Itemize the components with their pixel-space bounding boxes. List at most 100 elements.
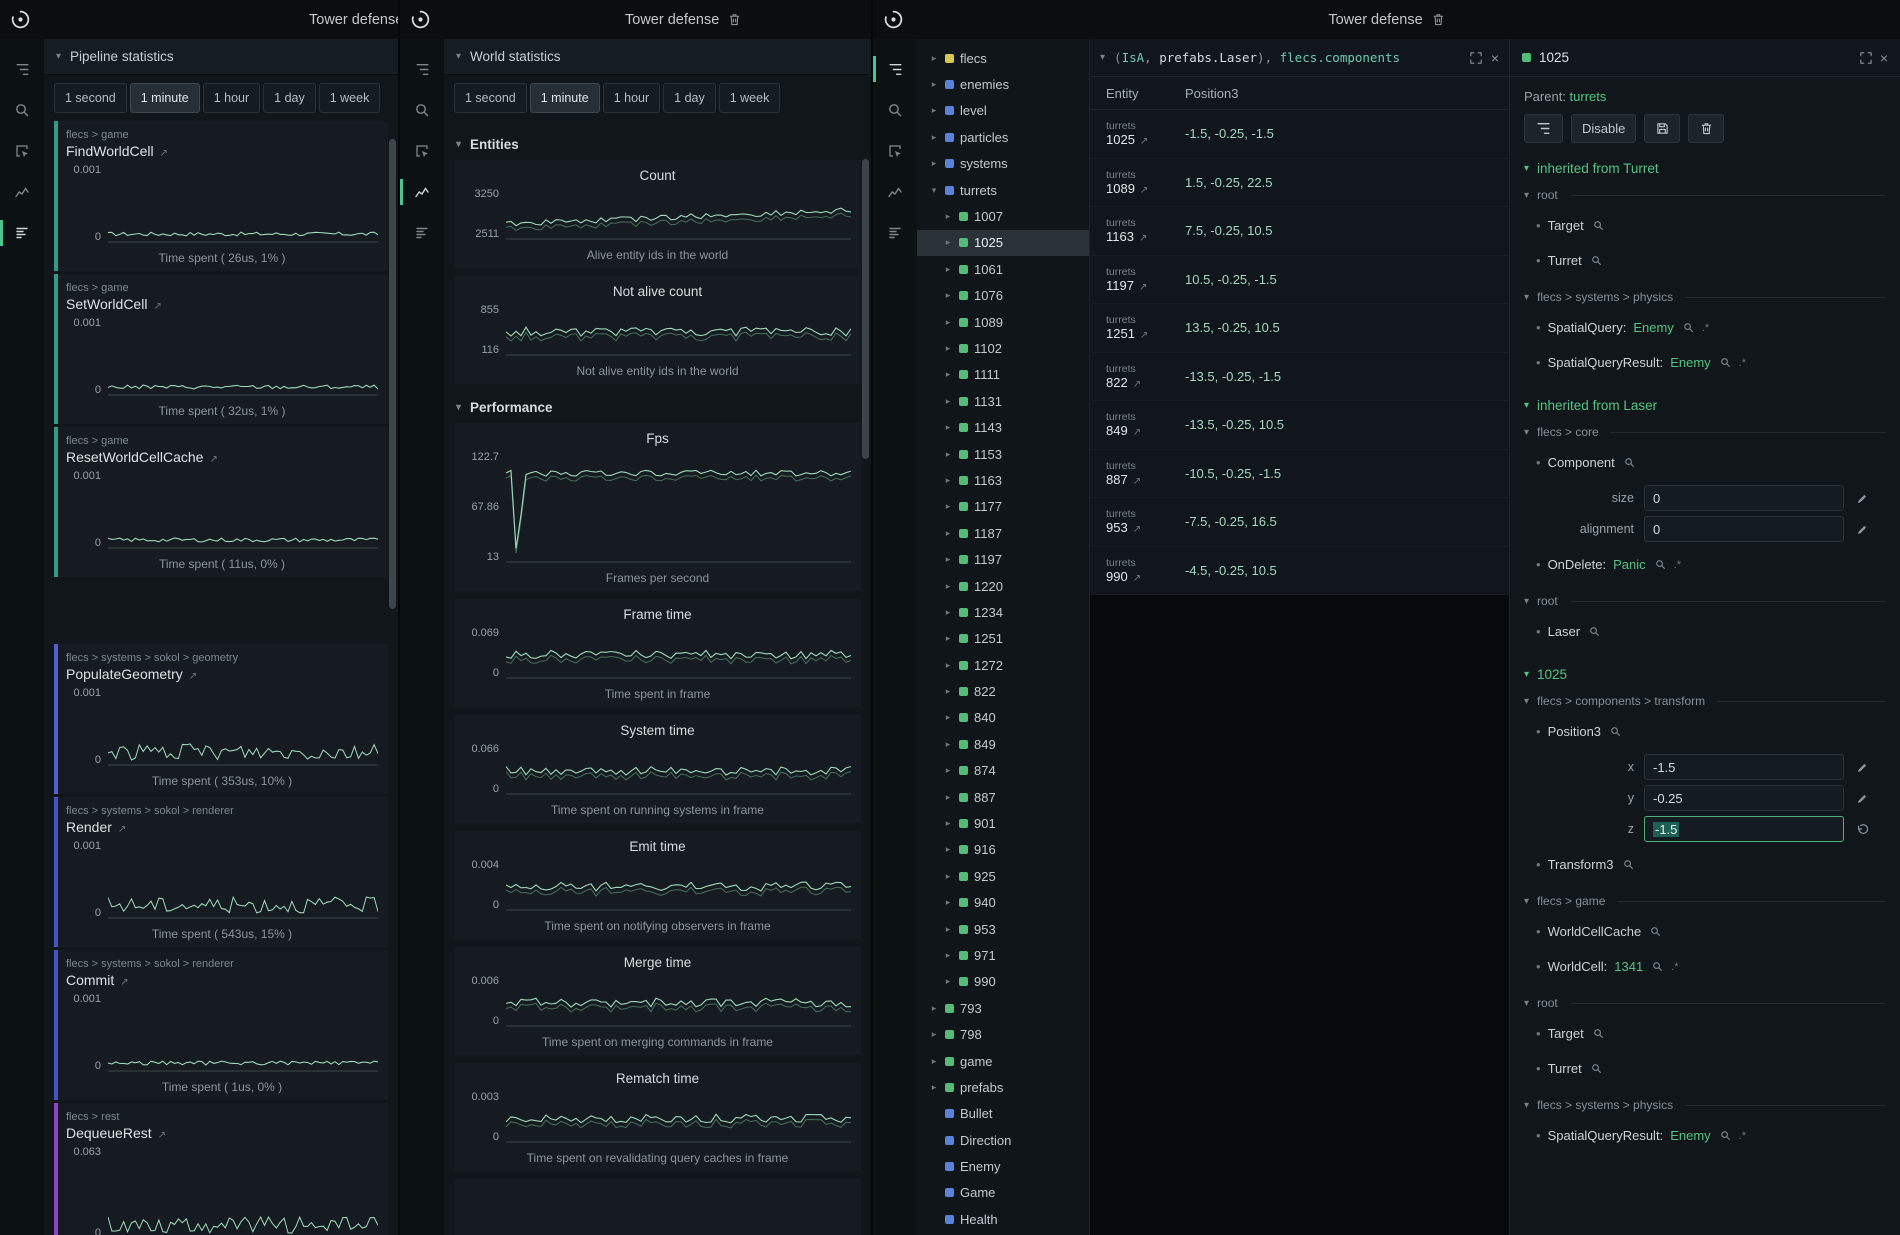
component-value[interactable]: Panic <box>1613 557 1646 572</box>
save-button[interactable] <box>1644 114 1680 143</box>
query-result-row-1197[interactable]: turrets1197↗10.5, -0.25, -1.5 <box>1090 256 1509 305</box>
tree-item-1061[interactable]: ▸1061 <box>917 256 1089 282</box>
query-result-row-1025[interactable]: turrets1025↗-1.5, -0.25, -1.5 <box>1090 110 1509 159</box>
tree-icon[interactable] <box>885 59 905 79</box>
tree-item-health[interactable]: Health <box>917 1206 1089 1232</box>
tree-item-1111[interactable]: ▸1111 <box>917 362 1089 388</box>
component-value[interactable]: Enemy <box>1670 355 1710 370</box>
chevron-collapsed-icon[interactable]: ▸ <box>929 1029 939 1040</box>
expand-icon[interactable] <box>1470 52 1482 64</box>
component-turret[interactable]: •Turret <box>1524 1051 1886 1086</box>
external-link-icon[interactable]: ↗ <box>1140 330 1148 341</box>
chevron-collapsed-icon[interactable]: ▸ <box>929 132 939 143</box>
tree-item-1025[interactable]: ▸1025 <box>917 230 1089 256</box>
chevron-collapsed-icon[interactable]: ▸ <box>943 844 953 855</box>
chevron-collapsed-icon[interactable]: ▸ <box>929 105 939 116</box>
chevron-collapsed-icon[interactable]: ▸ <box>943 237 953 248</box>
tree-item-1220[interactable]: ▸1220 <box>917 573 1089 599</box>
tree-item-901[interactable]: ▸901 <box>917 810 1089 836</box>
parent-link[interactable]: turrets <box>1570 89 1607 104</box>
external-link-icon[interactable]: ↗ <box>1139 282 1147 293</box>
query-result-row-1089[interactable]: turrets1089↗1.5, -0.25, 22.5 <box>1090 159 1509 208</box>
inspect-icon[interactable] <box>12 141 32 161</box>
time-range-1-hour[interactable]: 1 hour <box>603 83 660 113</box>
delete-button[interactable] <box>1688 114 1724 143</box>
chevron-expanded-icon[interactable]: ▾ <box>929 185 939 196</box>
panel-header[interactable]: ▾ Pipeline statistics <box>44 39 398 75</box>
search-icon[interactable] <box>1593 1028 1604 1039</box>
chevron-collapsed-icon[interactable]: ▸ <box>943 343 953 354</box>
component-group-flecs-core[interactable]: ▾flecs > core <box>1524 425 1886 439</box>
tree-item-1272[interactable]: ▸1272 <box>917 652 1089 678</box>
chart-icon[interactable] <box>412 182 432 202</box>
field-input-alignment[interactable]: 0 <box>1644 516 1844 542</box>
tree-item-systems[interactable]: ▸systems <box>917 151 1089 177</box>
search-icon[interactable] <box>1593 220 1604 231</box>
stats-icon[interactable] <box>12 223 32 243</box>
tree-item-1007[interactable]: ▸1007 <box>917 203 1089 229</box>
stats-icon[interactable] <box>412 223 432 243</box>
tree-item-916[interactable]: ▸916 <box>917 837 1089 863</box>
tree-item-874[interactable]: ▸874 <box>917 758 1089 784</box>
chevron-collapsed-icon[interactable]: ▸ <box>943 369 953 380</box>
component-group-root[interactable]: ▾root <box>1524 594 1886 608</box>
time-range-1-minute[interactable]: 1 minute <box>530 83 600 113</box>
component-value[interactable]: Enemy <box>1670 1128 1710 1143</box>
chevron-collapsed-icon[interactable]: ▸ <box>943 211 953 222</box>
edit-pencil-icon[interactable] <box>1854 524 1870 535</box>
chevron-collapsed-icon[interactable]: ▸ <box>943 554 953 565</box>
chevron-collapsed-icon[interactable]: ▸ <box>943 897 953 908</box>
component-target[interactable]: •Target <box>1524 1016 1886 1051</box>
chart-icon[interactable] <box>12 182 32 202</box>
chevron-collapsed-icon[interactable]: ▸ <box>943 633 953 644</box>
search-icon[interactable] <box>1610 726 1621 737</box>
component-component[interactable]: •Component <box>1524 445 1886 480</box>
query-result-row-1251[interactable]: turrets1251↗13.5, -0.25, 10.5 <box>1090 304 1509 353</box>
external-link-icon[interactable]: ↗ <box>118 824 126 835</box>
tree-item-turrets[interactable]: ▾turrets <box>917 177 1089 203</box>
component-laser[interactable]: •Laser <box>1524 614 1886 649</box>
external-link-icon[interactable]: ↗ <box>1140 185 1148 196</box>
external-link-icon[interactable]: ↗ <box>160 148 168 159</box>
chevron-collapsed-icon[interactable]: ▸ <box>943 264 953 275</box>
chevron-collapsed-icon[interactable]: ▸ <box>943 950 953 961</box>
tree-item-particles[interactable]: ▸particles <box>917 124 1089 150</box>
expand-icon[interactable] <box>1860 52 1872 64</box>
chevron-collapsed-icon[interactable]: ▸ <box>943 765 953 776</box>
chevron-collapsed-icon[interactable]: ▸ <box>943 528 953 539</box>
external-link-icon[interactable]: ↗ <box>1133 524 1141 535</box>
chevron-collapsed-icon[interactable]: ▸ <box>943 660 953 671</box>
tree-item-1177[interactable]: ▸1177 <box>917 494 1089 520</box>
search-icon[interactable] <box>1589 626 1600 637</box>
chevron-collapsed-icon[interactable]: ▸ <box>943 924 953 935</box>
tree-item-940[interactable]: ▸940 <box>917 890 1089 916</box>
component-worldcellcache[interactable]: •WorldCellCache <box>1524 914 1886 949</box>
tree-item-enemies[interactable]: ▸enemies <box>917 71 1089 97</box>
search-icon[interactable] <box>412 100 432 120</box>
tree-item-1197[interactable]: ▸1197 <box>917 546 1089 572</box>
component-group-root[interactable]: ▾root <box>1524 996 1886 1010</box>
chevron-collapsed-icon[interactable]: ▸ <box>929 158 939 169</box>
component-transform3[interactable]: •Transform3 <box>1524 847 1886 882</box>
close-icon[interactable]: × <box>1880 50 1888 66</box>
component-ondelete[interactable]: •OnDelete:Panic.* <box>1524 547 1886 582</box>
query-expression[interactable]: (IsA, prefabs.Laser), flecs.components <box>1114 50 1461 65</box>
chevron-collapsed-icon[interactable]: ▸ <box>943 818 953 829</box>
section-header-entities[interactable]: ▾Entities <box>456 137 859 152</box>
chevron-collapsed-icon[interactable]: ▸ <box>929 53 939 64</box>
tree-item-1143[interactable]: ▸1143 <box>917 414 1089 440</box>
time-range-1-week[interactable]: 1 week <box>719 83 781 113</box>
time-range-1-hour[interactable]: 1 hour <box>203 83 260 113</box>
external-link-icon[interactable]: ↗ <box>158 1130 166 1141</box>
query-result-row-953[interactable]: turrets953↗-7.5, -0.25, 16.5 <box>1090 498 1509 547</box>
tree-icon[interactable] <box>412 59 432 79</box>
chevron-collapsed-icon[interactable]: ▸ <box>929 79 939 90</box>
section-header-inherited-from-laser[interactable]: ▾inherited from Laser <box>1524 398 1886 413</box>
section-header-inherited-from-turret[interactable]: ▾inherited from Turret <box>1524 161 1886 176</box>
external-link-icon[interactable]: ↗ <box>120 977 128 988</box>
component-spatialqueryresult[interactable]: •SpatialQueryResult:Enemy.* <box>1524 345 1886 380</box>
chevron-collapsed-icon[interactable]: ▸ <box>943 871 953 882</box>
query-result-row-990[interactable]: turrets990↗-4.5, -0.25, 10.5 <box>1090 547 1509 596</box>
section-header-1025[interactable]: ▾1025 <box>1524 667 1886 682</box>
search-icon[interactable] <box>885 100 905 120</box>
